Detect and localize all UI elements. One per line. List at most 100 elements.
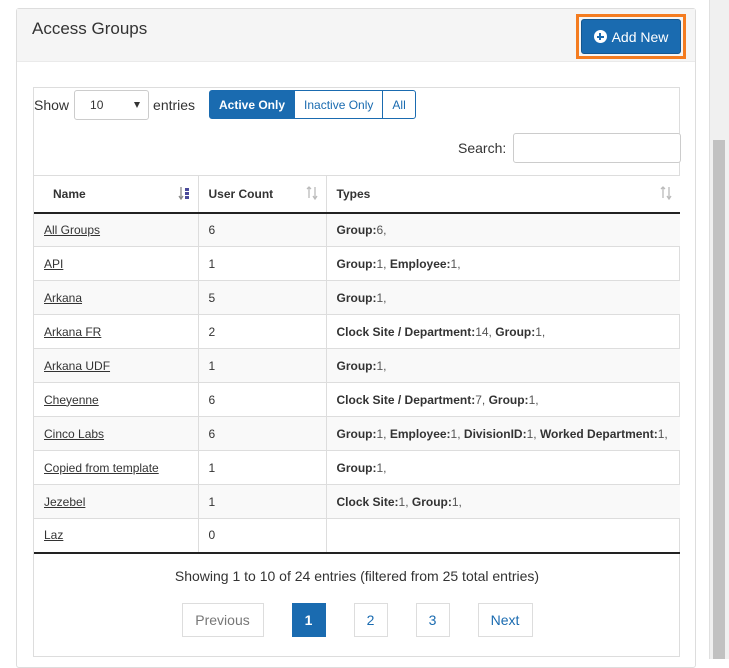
search-input[interactable]: [513, 133, 682, 163]
type-value: 1,: [398, 494, 409, 509]
scrollbar-thumb[interactable]: [713, 140, 725, 659]
cell-name: Arkana: [34, 280, 198, 315]
table-row: Laz 0: [34, 518, 680, 554]
cell-user-count: 6: [197, 382, 326, 417]
length-control: Show 10 entries: [34, 90, 196, 120]
add-new-button[interactable]: Add New: [581, 19, 681, 54]
entries-select[interactable]: 10: [74, 90, 150, 120]
panel-title: Access Groups: [32, 19, 148, 38]
add-new-highlight: Add New: [576, 14, 686, 59]
table-row: Arkana FR 2 Clock Site / Department:14, Gr…: [34, 314, 680, 349]
next-page-button[interactable]: Next: [477, 603, 533, 637]
type-key: Clock Site / Department:: [336, 324, 476, 339]
group-name-link[interactable]: Arkana FR: [44, 325, 101, 339]
group-name-link[interactable]: Arkana: [44, 291, 82, 305]
group-name-link[interactable]: Cheyenne: [44, 393, 99, 407]
type-value: 1,: [450, 256, 461, 271]
type-key: Group:: [336, 460, 377, 475]
cell-types: Group:1,: [325, 348, 680, 383]
entries-label: entries: [153, 97, 196, 113]
column-header-name[interactable]: Name: [34, 175, 198, 214]
group-name-link[interactable]: Laz: [44, 528, 63, 542]
type-key: Group:: [495, 324, 536, 339]
search-label: Search:: [458, 140, 507, 156]
type-key: Employee:: [389, 426, 451, 441]
plus-circle-icon: [593, 30, 607, 43]
cell-name: Arkana FR: [34, 314, 198, 349]
search-control: Search:: [458, 133, 682, 163]
table-header-row: Name User Count Types: [34, 175, 680, 214]
type-key: Group:: [336, 426, 377, 441]
cell-name: Jezebel: [34, 484, 198, 519]
type-value: 1,: [657, 426, 668, 441]
type-value: 1,: [450, 426, 461, 441]
sort-both-icon: [660, 186, 672, 200]
cell-user-count: 2: [197, 314, 326, 349]
group-name-link[interactable]: API: [44, 257, 63, 271]
type-value: 1,: [376, 460, 387, 475]
table-row: Copied from template 1 Group:1,: [34, 450, 680, 485]
filter-inactive-only[interactable]: Inactive Only: [294, 90, 384, 119]
type-value: 6,: [376, 222, 387, 237]
column-header-user-count[interactable]: User Count: [197, 175, 326, 214]
cell-user-count: 1: [197, 450, 326, 485]
type-value: 7,: [475, 392, 486, 407]
cell-types: Group:6,: [325, 212, 680, 247]
type-key: Group:: [488, 392, 529, 407]
type-value: 1,: [376, 426, 387, 441]
cell-name: All Groups: [34, 212, 198, 247]
group-name-link[interactable]: Copied from template: [44, 461, 159, 475]
table-wrapper: Show 10 entries Active Only Inactive Onl…: [33, 87, 682, 657]
table-row: Cheyenne 6 Clock Site / Department:7, Grou…: [34, 382, 680, 417]
type-key: Group:: [336, 256, 377, 271]
cell-user-count: 1: [197, 484, 326, 519]
filter-active-only[interactable]: Active Only: [209, 90, 296, 119]
table-row: Jezebel 1 Clock Site:1, Group:1,: [34, 484, 680, 519]
group-name-link[interactable]: Jezebel: [44, 495, 85, 509]
cell-name: API: [34, 246, 198, 281]
table-row: Arkana UDF 1 Group:1,: [34, 348, 680, 383]
type-value: 1,: [535, 324, 546, 339]
type-value: 1,: [451, 494, 462, 509]
type-key: Group:: [336, 358, 377, 373]
sort-ascending-icon: [177, 187, 189, 200]
cell-user-count: 5: [197, 280, 326, 315]
previous-page-button[interactable]: Previous: [181, 603, 264, 637]
table-row: Arkana 5 Group:1,: [34, 280, 680, 315]
cell-name: Copied from template: [34, 450, 198, 485]
table-body: All Groups 6 Group:6, API 1 Group:1, Employee…: [34, 212, 680, 554]
cell-types: [325, 518, 680, 554]
filter-all[interactable]: All: [382, 90, 416, 119]
table-row: All Groups 6 Group:6,: [34, 212, 680, 247]
cell-types: Group:1,: [325, 280, 680, 315]
type-value: 1,: [376, 290, 387, 305]
table-row: Cinco Labs 6 Group:1, Employee:1, Division…: [34, 416, 680, 451]
type-key: Clock Site:: [336, 494, 399, 509]
add-new-label: Add New: [611, 28, 669, 45]
type-value: 1,: [526, 426, 537, 441]
group-name-link[interactable]: Cinco Labs: [44, 427, 104, 441]
cell-name: Cheyenne: [34, 382, 198, 417]
access-groups-table: Name User Count Types All Groups 6 Group…: [34, 175, 680, 554]
group-name-link[interactable]: Arkana UDF: [44, 359, 110, 373]
type-value: 1,: [376, 256, 387, 271]
cell-name: Laz: [34, 518, 198, 554]
type-key: Clock Site / Department:: [336, 392, 476, 407]
table-info: Showing 1 to 10 of 24 entries (filtered …: [174, 568, 540, 584]
cell-name: Cinco Labs: [34, 416, 198, 451]
sort-both-icon: [306, 186, 318, 200]
cell-types: Clock Site:1, Group:1,: [325, 484, 680, 519]
cell-types: Group:1, Employee:1, DivisionID:1, Worke…: [325, 416, 680, 451]
column-header-types[interactable]: Types: [325, 175, 680, 214]
cell-user-count: 1: [197, 246, 326, 281]
type-key: Group:: [336, 290, 377, 305]
entries-select-value: 10: [90, 98, 104, 112]
page-button-2[interactable]: 2: [353, 603, 388, 637]
group-name-link[interactable]: All Groups: [44, 223, 100, 237]
cell-user-count: 6: [197, 416, 326, 451]
chevron-down-icon: [134, 102, 141, 108]
page-button-1[interactable]: 1: [291, 603, 326, 637]
page-button-3[interactable]: 3: [415, 603, 450, 637]
type-value: 1,: [376, 358, 387, 373]
cell-types: Group:1, Employee:1,: [325, 246, 680, 281]
